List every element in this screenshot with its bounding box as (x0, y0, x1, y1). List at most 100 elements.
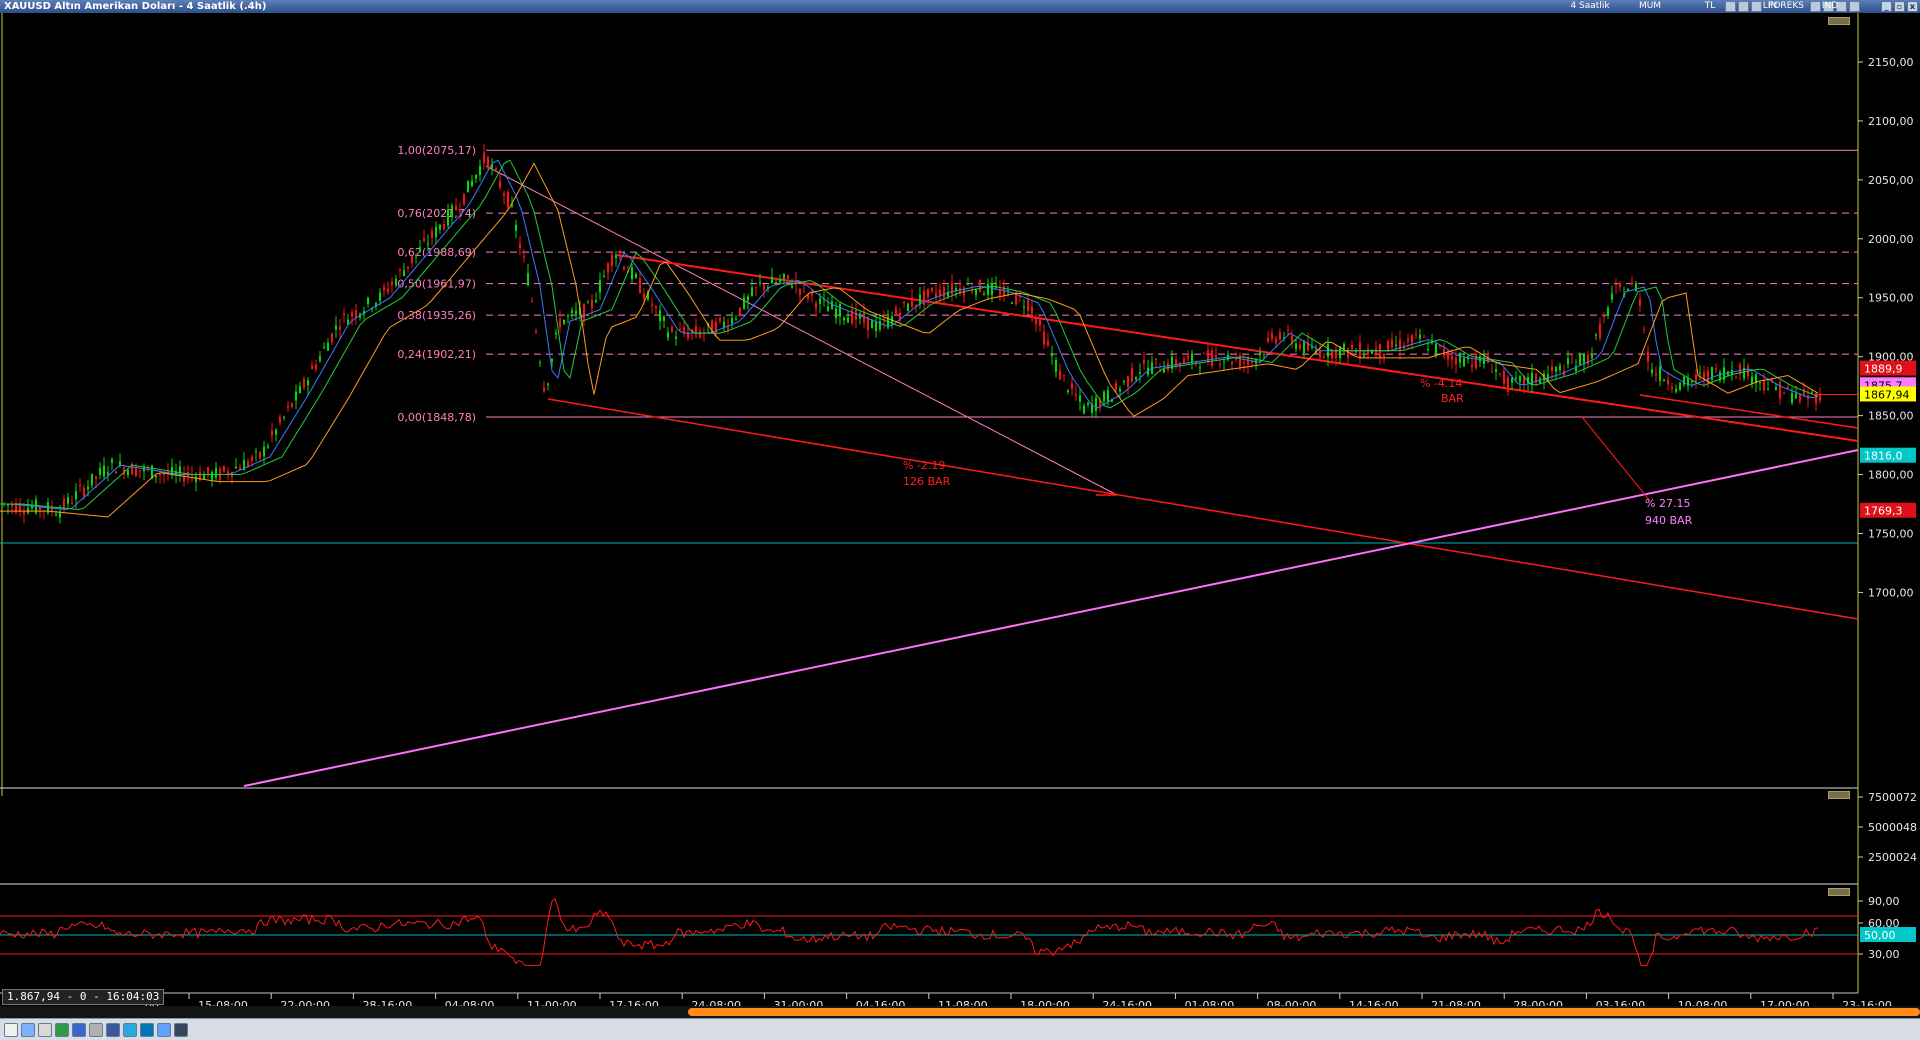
time-tick-label: 18-00:00 (1020, 999, 1070, 1006)
candle-body (443, 224, 445, 230)
volume-tick-label: 2500024 (1868, 851, 1917, 864)
indicator-selector[interactable]: IND (1800, 0, 1860, 13)
candle-body (1259, 352, 1261, 356)
currency-selector[interactable]: TL (1680, 0, 1740, 13)
candle-body (351, 312, 353, 317)
minimize-icon[interactable]: _ (1881, 1, 1892, 12)
candle-body (103, 465, 105, 477)
window-controls: _ ▫ x (1881, 1, 1918, 12)
candle-body (1519, 375, 1521, 382)
candle-body (1679, 382, 1681, 391)
candle-body (1443, 348, 1445, 356)
print-icon[interactable] (38, 1023, 52, 1037)
candle-body (211, 471, 213, 480)
candle-body (839, 303, 841, 317)
candle-body (835, 308, 837, 319)
time-tick-label: 17-00:00 (1760, 999, 1810, 1006)
candle-body (1135, 377, 1137, 380)
candle-body (111, 459, 113, 463)
cursor-readout: 1.867,94 - 0 - 16:04:03 (2, 989, 165, 1005)
time-tick-label: 24-08:00 (691, 999, 741, 1006)
candle-body (1219, 363, 1221, 365)
close-icon[interactable]: x (1907, 1, 1918, 12)
candle-body (1211, 350, 1213, 367)
candle-body (127, 470, 129, 476)
candle-body (819, 298, 821, 304)
candle-body (779, 279, 781, 283)
facebook-icon[interactable] (106, 1023, 120, 1037)
candle-body (1187, 355, 1189, 359)
candle-body (487, 156, 489, 169)
candle-body (1567, 358, 1569, 365)
price-chart[interactable]: 2150,002100,002050,002000,001950,001900,… (0, 13, 1920, 1006)
candle-body (547, 383, 549, 385)
candle-body (1659, 366, 1661, 382)
candle-body (975, 289, 977, 296)
candle-body (39, 507, 41, 511)
candle-body (763, 284, 765, 290)
candle-body (1087, 402, 1089, 405)
candle-body (1499, 373, 1501, 375)
pane-toggle-button[interactable] (1828, 888, 1850, 896)
candle-body (1435, 343, 1437, 354)
candle-body (155, 475, 157, 478)
settings-icon[interactable] (89, 1023, 103, 1037)
table-icon[interactable] (21, 1023, 35, 1037)
candle-body (987, 283, 989, 295)
candle-body (1279, 331, 1281, 340)
price-tick-label: 1700,00 (1868, 586, 1914, 599)
candle-body (583, 303, 585, 321)
price-tag-label: 1867,94 (1864, 388, 1910, 401)
chart-type-selector[interactable]: MUM (1620, 0, 1680, 13)
candle-body (1059, 370, 1061, 380)
candle-body (439, 224, 441, 230)
candle-body (903, 301, 905, 304)
candle-body (1331, 350, 1333, 359)
measure-bar-count-label: 126 BAR (903, 475, 951, 488)
candle-body (1167, 363, 1169, 371)
candle-body (1615, 284, 1617, 286)
twitter-icon[interactable] (123, 1023, 137, 1037)
candle-body (475, 174, 477, 179)
candle-body (471, 180, 473, 187)
candle-body (259, 451, 261, 459)
time-tick-label: 04-16:00 (856, 999, 906, 1006)
candle-body (1295, 343, 1297, 349)
pane-toggle-button[interactable] (1828, 791, 1850, 799)
candle-body (1591, 354, 1593, 359)
fib-level-label: 0,76(2021,74) (397, 207, 476, 220)
restore-icon[interactable]: ▫ (1894, 1, 1905, 12)
candle-body (391, 281, 393, 285)
time-tick-label: 11-08:00 (938, 999, 988, 1006)
candle-body (531, 300, 533, 302)
candle-body (207, 466, 209, 475)
tumblr-icon[interactable] (174, 1023, 188, 1037)
candle-body (1619, 282, 1621, 288)
candle-body (523, 255, 525, 258)
word-icon[interactable] (72, 1023, 86, 1037)
candle-body (459, 209, 461, 212)
candle-body (543, 387, 545, 392)
doc-icon[interactable] (4, 1023, 18, 1037)
candle-body (931, 288, 933, 291)
scale-selector[interactable]: LIN (1740, 0, 1800, 13)
candle-body (979, 280, 981, 292)
excel-icon[interactable] (55, 1023, 69, 1037)
share-icon[interactable] (157, 1023, 171, 1037)
fib-level-label: 0,00(1848,78) (397, 411, 476, 424)
toolbar-label-group: 4 Saatlik MUM TL LIN IND (1560, 0, 1860, 13)
candle-body (27, 507, 29, 514)
candle-body (1039, 319, 1041, 326)
candle-body (1131, 368, 1133, 382)
time-scrollbar-thumb[interactable] (688, 1008, 1920, 1016)
candle-body (783, 273, 785, 279)
linkedin-icon[interactable] (140, 1023, 154, 1037)
candle-body (499, 180, 501, 188)
candle-body (303, 378, 305, 388)
candle-body (667, 332, 669, 338)
candle-body (495, 168, 497, 170)
period-selector[interactable]: 4 Saatlik (1560, 0, 1620, 13)
candle-body (1391, 339, 1393, 348)
pane-toggle-button[interactable] (1828, 17, 1850, 25)
time-tick-label: 03-16:00 (1596, 999, 1646, 1006)
